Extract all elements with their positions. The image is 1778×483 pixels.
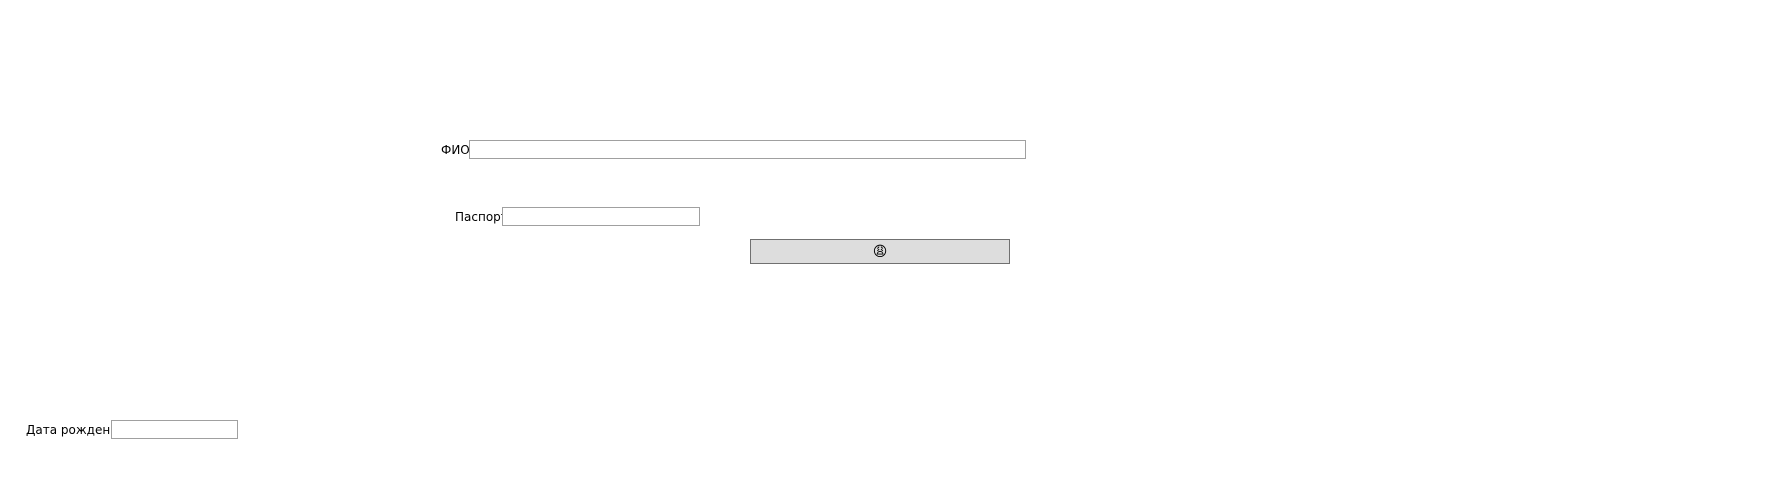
- passport-input[interactable]: [502, 207, 700, 226]
- fio-input[interactable]: [469, 140, 1026, 159]
- emoji-face-icon: 😩: [872, 243, 888, 260]
- birth-date-input[interactable]: [111, 420, 238, 439]
- fio-label: ФИО: [441, 143, 470, 157]
- passport-label: Паспорт: [455, 210, 508, 224]
- submit-button[interactable]: 😩: [750, 239, 1010, 264]
